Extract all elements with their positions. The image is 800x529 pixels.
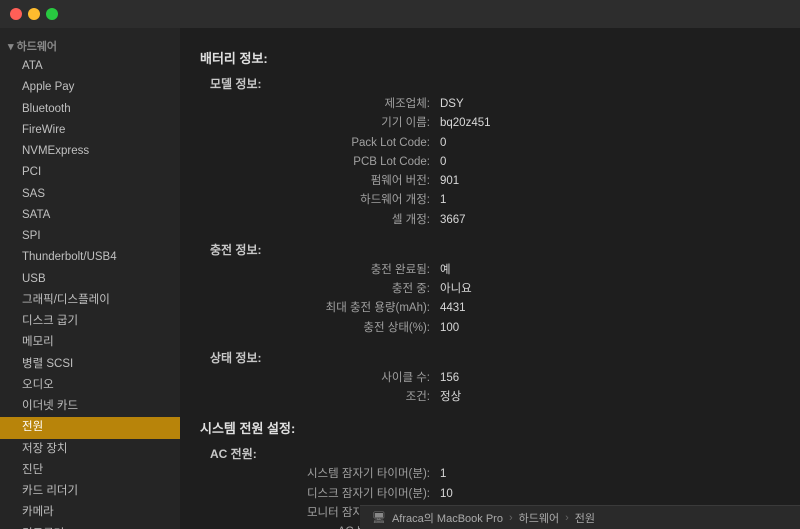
info-value: 0 bbox=[440, 135, 446, 152]
info-row: 충전 상태(%):100 bbox=[220, 320, 780, 337]
info-label: 충전 완료됨: bbox=[220, 262, 440, 279]
info-row: 충전 완료됨:예 bbox=[220, 262, 780, 279]
info-value: 1 bbox=[440, 192, 446, 209]
sub-section-title: 충전 정보: bbox=[210, 241, 780, 258]
info-row: 시스템 잠자기 타이머(분):1 bbox=[220, 466, 780, 483]
info-label: 최대 충전 용량(mAh): bbox=[220, 300, 440, 317]
traffic-lights bbox=[10, 8, 58, 20]
sidebar-item-SATA[interactable]: SATA bbox=[0, 205, 180, 226]
breadcrumb-part[interactable]: Afraca의 MacBook Pro bbox=[392, 510, 503, 526]
sub-section: 상태 정보:사이클 수:156조건:정상 bbox=[210, 349, 780, 407]
sidebar-item-병렬 SCSI[interactable]: 병렬 SCSI bbox=[0, 354, 180, 375]
info-table: 사이클 수:156조건:정상 bbox=[220, 370, 780, 407]
sidebar: ▾ 하드웨어ATAApple PayBluetoothFireWireNVMEx… bbox=[0, 28, 180, 529]
sub-section: 모델 정보:제조업체:DSY기기 이름:bq20z451Pack Lot Cod… bbox=[210, 75, 780, 229]
info-value: 3667 bbox=[440, 212, 466, 229]
sidebar-item-전원[interactable]: 전원 bbox=[0, 417, 180, 438]
info-value: 정상 bbox=[440, 389, 461, 406]
breadcrumb-separator: › bbox=[509, 512, 513, 524]
breadcrumb-part[interactable]: 전원 bbox=[575, 510, 595, 526]
breadcrumb-icon: 🖥 bbox=[372, 511, 386, 524]
sub-section-title: 모델 정보: bbox=[210, 75, 780, 92]
main-container: ▾ 하드웨어ATAApple PayBluetoothFireWireNVMEx… bbox=[0, 28, 800, 529]
info-value: bq20z451 bbox=[440, 115, 491, 132]
minimize-button[interactable] bbox=[28, 8, 40, 20]
sidebar-item-PCI[interactable]: PCI bbox=[0, 162, 180, 183]
sidebar-item-Bluetooth[interactable]: Bluetooth bbox=[0, 99, 180, 120]
info-row: 충전 중:아니요 bbox=[220, 281, 780, 298]
close-button[interactable] bbox=[10, 8, 22, 20]
info-label: 시스템 잠자기 타이머(분): bbox=[220, 466, 440, 483]
maximize-button[interactable] bbox=[46, 8, 58, 20]
info-value: 100 bbox=[440, 320, 459, 337]
sidebar-item-오디오[interactable]: 오디오 bbox=[0, 375, 180, 396]
info-value: 901 bbox=[440, 173, 459, 190]
battery-section-title: 배터리 정보: bbox=[200, 48, 780, 67]
sub-section-title: AC 전원: bbox=[210, 445, 780, 462]
info-value: 0 bbox=[440, 154, 446, 171]
sidebar-item-카드 리더기[interactable]: 카드 리더기 bbox=[0, 481, 180, 502]
info-value: DSY bbox=[440, 96, 464, 113]
sidebar-item-컨트롤러[interactable]: 컨트롤러 bbox=[0, 524, 180, 529]
info-table: 제조업체:DSY기기 이름:bq20z451Pack Lot Code:0PCB… bbox=[220, 96, 780, 229]
info-label: 셀 개정: bbox=[220, 212, 440, 229]
title-bar bbox=[0, 0, 800, 28]
content-area: 배터리 정보:모델 정보:제조업체:DSY기기 이름:bq20z451Pack … bbox=[180, 28, 800, 529]
info-value: 1 bbox=[440, 466, 446, 483]
sidebar-item-USB[interactable]: USB bbox=[0, 269, 180, 290]
sidebar-item-FireWire[interactable]: FireWire bbox=[0, 120, 180, 141]
info-row: 하드웨어 개정:1 bbox=[220, 192, 780, 209]
info-row: PCB Lot Code:0 bbox=[220, 154, 780, 171]
sidebar-item-카메라[interactable]: 카메라 bbox=[0, 502, 180, 523]
sidebar-item-메모리[interactable]: 메모리 bbox=[0, 332, 180, 353]
sub-section: 충전 정보:충전 완료됨:예충전 중:아니요최대 충전 용량(mAh):4431… bbox=[210, 241, 780, 337]
info-row: 펌웨어 버전:901 bbox=[220, 173, 780, 190]
info-label: 조건: bbox=[220, 389, 440, 406]
sidebar-item-NVMExpress[interactable]: NVMExpress bbox=[0, 141, 180, 162]
info-label: 제조업체: bbox=[220, 96, 440, 113]
info-table: 충전 완료됨:예충전 중:아니요최대 충전 용량(mAh):4431충전 상태(… bbox=[220, 262, 780, 337]
sidebar-item-진단[interactable]: 진단 bbox=[0, 460, 180, 481]
info-value: 아니요 bbox=[440, 281, 472, 298]
sidebar-item-SAS[interactable]: SAS bbox=[0, 184, 180, 205]
info-label: 펌웨어 버전: bbox=[220, 173, 440, 190]
info-row: 최대 충전 용량(mAh):4431 bbox=[220, 300, 780, 317]
sub-section-title: 상태 정보: bbox=[210, 349, 780, 366]
info-label: 사이클 수: bbox=[220, 370, 440, 387]
sidebar-item-저장 장치[interactable]: 저장 장치 bbox=[0, 439, 180, 460]
info-label: 충전 상태(%): bbox=[220, 320, 440, 337]
info-label: 디스크 잠자기 타이머(분): bbox=[220, 486, 440, 503]
info-label: 기기 이름: bbox=[220, 115, 440, 132]
info-label: PCB Lot Code: bbox=[220, 154, 440, 171]
info-value: 156 bbox=[440, 370, 459, 387]
sidebar-item-ATA[interactable]: ATA bbox=[0, 56, 180, 77]
info-value: 4431 bbox=[440, 300, 466, 317]
info-row: 조건:정상 bbox=[220, 389, 780, 406]
info-row: 디스크 잠자기 타이머(분):10 bbox=[220, 486, 780, 503]
breadcrumb-separator: › bbox=[565, 512, 569, 524]
sidebar-item-이더넷 카드[interactable]: 이더넷 카드 bbox=[0, 396, 180, 417]
info-row: 기기 이름:bq20z451 bbox=[220, 115, 780, 132]
info-label: Pack Lot Code: bbox=[220, 135, 440, 152]
info-label: 충전 중: bbox=[220, 281, 440, 298]
info-row: 사이클 수:156 bbox=[220, 370, 780, 387]
info-value: 예 bbox=[440, 262, 451, 279]
bottom-bar: 🖥 Afraca의 MacBook Pro › 하드웨어 › 전원 bbox=[360, 505, 800, 529]
sidebar-item-SPI[interactable]: SPI bbox=[0, 226, 180, 247]
sidebar-item-그래픽/디스플레이[interactable]: 그래픽/디스플레이 bbox=[0, 290, 180, 311]
info-label: 하드웨어 개정: bbox=[220, 192, 440, 209]
info-row: Pack Lot Code:0 bbox=[220, 135, 780, 152]
info-row: 제조업체:DSY bbox=[220, 96, 780, 113]
info-row: 셀 개정:3667 bbox=[220, 212, 780, 229]
sidebar-section-0: ▾ 하드웨어 bbox=[0, 34, 180, 56]
sidebar-item-디스크 굽기[interactable]: 디스크 굽기 bbox=[0, 311, 180, 332]
breadcrumb-part[interactable]: 하드웨어 bbox=[519, 510, 559, 526]
sidebar-item-Apple Pay[interactable]: Apple Pay bbox=[0, 77, 180, 98]
power-section-title: 시스템 전원 설정: bbox=[200, 418, 780, 437]
sidebar-item-Thunderbolt/USB4[interactable]: Thunderbolt/USB4 bbox=[0, 247, 180, 268]
info-value: 10 bbox=[440, 486, 453, 503]
